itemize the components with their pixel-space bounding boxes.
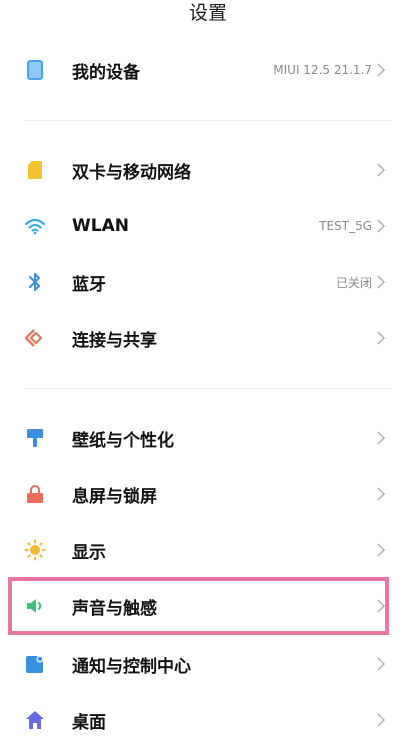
chevron-right-icon	[377, 331, 386, 345]
sim-card-icon	[24, 159, 46, 181]
chevron-right-icon	[377, 275, 386, 289]
settings-item-value: TEST_5G	[319, 219, 372, 233]
sun-icon	[24, 539, 46, 561]
chevron-right-icon	[377, 431, 386, 445]
divider	[24, 388, 392, 389]
settings-item-lock-screen[interactable]: 息屏与锁屏	[0, 466, 416, 522]
settings-item-label: 连接与共享	[72, 330, 157, 351]
chevron-right-icon	[377, 163, 386, 177]
bluetooth-icon	[24, 271, 46, 293]
settings-item-label: 桌面	[72, 712, 106, 733]
settings-item-sim-network[interactable]: 双卡与移动网络	[0, 142, 416, 198]
settings-item-label: 声音与触感	[72, 598, 157, 619]
chevron-right-icon	[377, 657, 386, 671]
settings-item-label: 通知与控制中心	[72, 656, 191, 677]
settings-item-value: 已关闭	[335, 275, 372, 290]
wifi-icon	[24, 215, 46, 237]
settings-item-label: 我的设备	[72, 62, 140, 83]
settings-item-notification[interactable]: 通知与控制中心	[0, 636, 416, 692]
settings-item-label: 蓝牙	[72, 274, 106, 295]
settings-item-my-device[interactable]: 我的设备 MIUI 12.5 21.1.7	[0, 42, 416, 98]
connection-share-icon	[24, 327, 46, 349]
settings-item-sound[interactable]: 声音与触感	[0, 578, 416, 634]
chevron-right-icon	[377, 713, 386, 727]
settings-item-home-screen[interactable]: 桌面	[0, 692, 416, 748]
settings-item-wlan[interactable]: WLAN TEST_5G	[0, 198, 416, 254]
settings-item-label: 双卡与移动网络	[72, 162, 191, 183]
settings-item-connection-sharing[interactable]: 连接与共享	[0, 310, 416, 366]
settings-item-label: 息屏与锁屏	[72, 486, 157, 507]
settings-item-bluetooth[interactable]: 蓝牙 已关闭	[0, 254, 416, 310]
phone-device-icon	[24, 59, 46, 81]
settings-item-value: MIUI 12.5 21.1.7	[273, 63, 372, 77]
chevron-right-icon	[377, 63, 386, 77]
chevron-right-icon	[377, 219, 386, 233]
chevron-right-icon	[377, 487, 386, 501]
page-title: 设置	[188, 2, 227, 24]
settings-item-label: WLAN	[72, 216, 129, 236]
divider	[24, 120, 392, 121]
chevron-right-icon	[377, 599, 386, 613]
settings-item-label: 显示	[72, 542, 106, 563]
chevron-right-icon	[377, 543, 386, 557]
speaker-icon	[24, 595, 46, 617]
lock-icon	[24, 483, 46, 505]
notification-icon	[24, 653, 46, 675]
home-icon	[24, 709, 46, 731]
settings-item-display[interactable]: 显示	[0, 522, 416, 578]
settings-item-wallpaper[interactable]: 壁纸与个性化	[0, 410, 416, 466]
paint-brush-icon	[24, 427, 46, 449]
settings-item-label: 壁纸与个性化	[72, 430, 174, 451]
